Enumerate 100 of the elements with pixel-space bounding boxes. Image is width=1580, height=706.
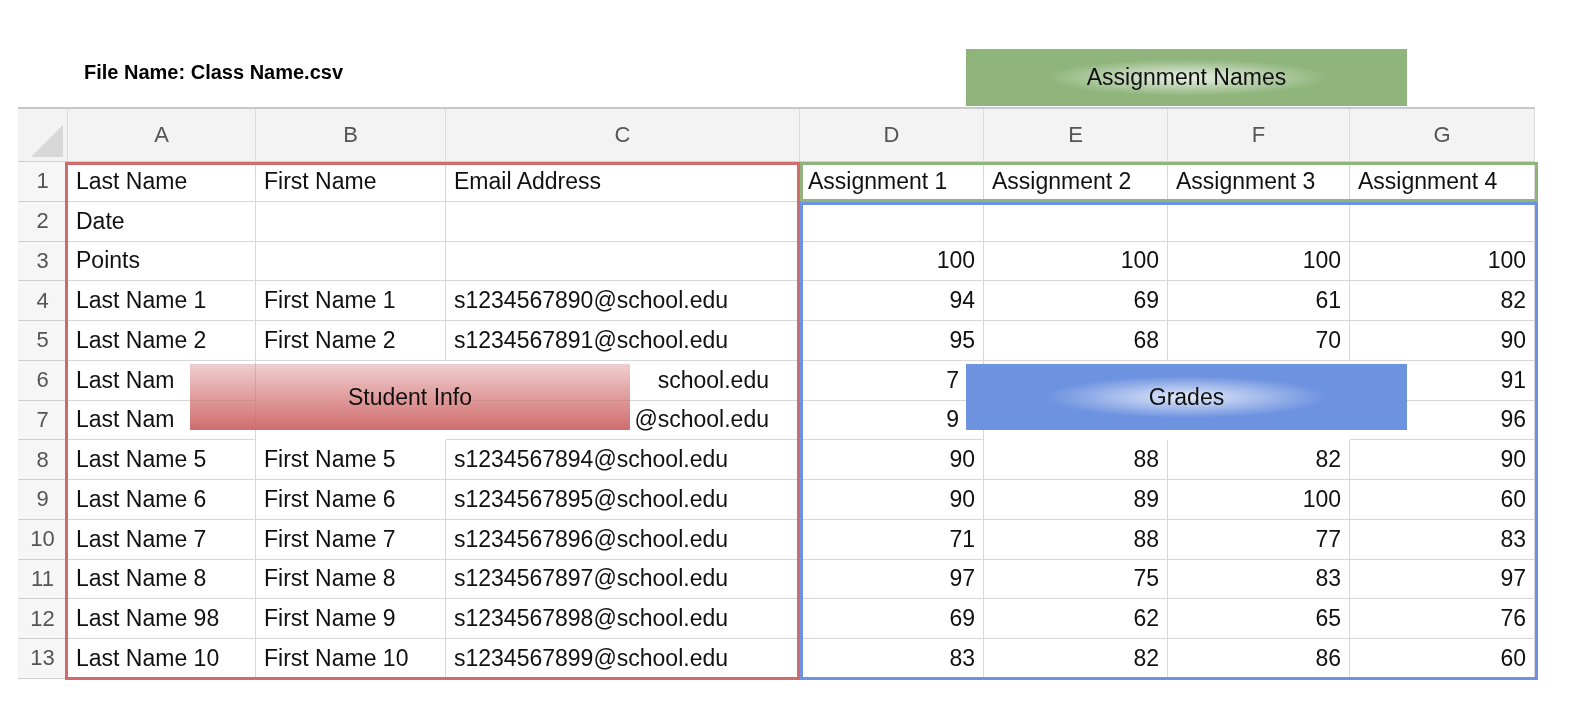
table-cell: 86 (1315, 644, 1341, 672)
row-header[interactable]: 10 (18, 519, 68, 560)
table-cell: 60 (1500, 644, 1526, 672)
table-cell: Email Address (454, 167, 601, 195)
table-cell: 90 (949, 446, 975, 474)
table-cell: 90 (1500, 446, 1526, 474)
table-cell: Last Name 2 (76, 326, 207, 354)
table-cell: s1234567898@school.edu (454, 605, 728, 633)
table-cell: 96 (1500, 406, 1526, 434)
column-header[interactable]: E (984, 109, 1168, 162)
table-cell: 97 (949, 565, 975, 593)
table-cell: 75 (1133, 565, 1159, 593)
row-header[interactable]: 12 (18, 599, 68, 639)
table-cell: First Name (264, 167, 377, 195)
table-cell: 69 (949, 605, 975, 633)
table-cell: 62 (1133, 605, 1159, 633)
table-cell: First Name 8 (264, 565, 396, 593)
table-cell: Assignment 1 (808, 167, 948, 195)
table-cell: Last Name (76, 167, 188, 195)
table-cell: Last Name 5 (76, 446, 207, 474)
table-cell: 65 (1315, 605, 1341, 633)
corner-triangle-icon (29, 123, 65, 159)
table-cell: 100 (1302, 247, 1341, 275)
column-header[interactable]: F (1168, 109, 1350, 162)
table-cell: 61 (1315, 287, 1341, 315)
table-cell: Last Name 1 (76, 287, 207, 315)
table-cell: 69 (1133, 287, 1159, 315)
row-header[interactable]: 8 (18, 440, 68, 480)
table-cell: 70 (1315, 326, 1341, 354)
table-cell: First Name 2 (264, 326, 396, 354)
table-cell: Last Name 7 (76, 525, 207, 553)
table-cell: s1234567896@school.edu (454, 525, 728, 553)
table-cell: 82 (1315, 446, 1341, 474)
table-cell: Last Name 8 (76, 565, 207, 593)
table-cell: s1234567891@school.edu (454, 326, 728, 354)
row-header[interactable]: 13 (18, 639, 68, 679)
table-cell: 77 (1315, 525, 1341, 553)
table-cell: s1234567894@school.edu (454, 446, 728, 474)
table-cell: 90 (1500, 326, 1526, 354)
table-cell: 100 (1302, 485, 1341, 513)
table-cell: 7 (946, 366, 959, 394)
table-cell: 88 (1133, 525, 1159, 553)
table-cell: Last Nam (76, 366, 175, 394)
row-header[interactable]: 11 (18, 559, 68, 600)
callout-label: Grades (966, 364, 1407, 430)
table-cell: 100 (1487, 247, 1526, 275)
table-cell: 91 (1500, 366, 1526, 394)
row-header[interactable]: 6 (18, 360, 68, 401)
table-cell: 68 (1133, 326, 1159, 354)
table-cell: 83 (949, 644, 975, 672)
table-cell: Last Name 98 (76, 605, 220, 633)
table-cell: First Name 1 (264, 287, 396, 315)
table-cell: 100 (936, 247, 975, 275)
table-cell: s1234567897@school.edu (454, 565, 728, 593)
table-cell: 83 (1500, 525, 1526, 553)
table-cell: s1234567899@school.edu (454, 644, 728, 672)
callout-label: Assignment Names (966, 49, 1407, 106)
table-cell: First Name 6 (264, 485, 396, 513)
table-cell: Last Nam (76, 406, 175, 434)
table-cell: 82 (1133, 644, 1159, 672)
table-cell: 94 (949, 287, 975, 315)
table-cell: 88 (1133, 446, 1159, 474)
column-header[interactable]: B (256, 109, 446, 162)
row-header[interactable]: 4 (18, 281, 68, 321)
table-cell: First Name 7 (264, 525, 396, 553)
row-header[interactable]: 7 (18, 400, 68, 441)
row-header[interactable]: 9 (18, 480, 68, 520)
column-header[interactable]: D (800, 109, 984, 162)
table-cell: 89 (1133, 485, 1159, 513)
table-cell: First Name 10 (264, 644, 409, 672)
table-cell: 95 (949, 326, 975, 354)
table-cell: Last Name 10 (76, 644, 220, 672)
row-header[interactable]: 3 (18, 241, 68, 282)
row-header[interactable]: 1 (18, 162, 68, 202)
table-cell: 76 (1500, 605, 1526, 633)
column-header[interactable]: G (1350, 109, 1535, 162)
callout-label: Student Info (190, 364, 630, 430)
row-header[interactable]: 5 (18, 321, 68, 361)
table-cell: Last Name 6 (76, 485, 207, 513)
select-all-corner[interactable] (18, 109, 68, 162)
table-cell: 100 (1120, 247, 1159, 275)
column-header[interactable]: A (68, 109, 256, 162)
table-cell: Assignment 4 (1358, 167, 1498, 195)
row-header[interactable]: 2 (18, 201, 68, 242)
column-header[interactable]: C (446, 109, 800, 162)
table-cell: s1234567895@school.edu (454, 485, 728, 513)
table-cell: 9 (946, 406, 959, 434)
table-cell: First Name 9 (264, 605, 396, 633)
table-cell: Assignment 2 (992, 167, 1132, 195)
table-cell: 82 (1500, 287, 1526, 315)
table-cell: 83 (1315, 565, 1341, 593)
table-cell: Assignment 3 (1176, 167, 1316, 195)
file-name-label: File Name: Class Name.csv (84, 60, 344, 85)
table-cell: s1234567890@school.edu (454, 287, 728, 315)
table-cell: First Name 5 (264, 446, 396, 474)
table-cell: Points (76, 247, 140, 275)
table-cell: @school.edu (634, 406, 769, 434)
table-cell: 90 (949, 485, 975, 513)
table-cell: 97 (1500, 565, 1526, 593)
table-cell: 60 (1500, 485, 1526, 513)
